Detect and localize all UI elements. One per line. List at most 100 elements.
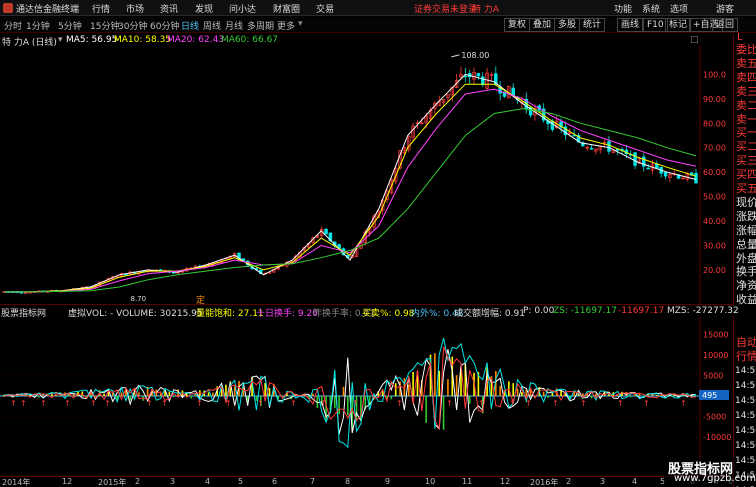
signal-arrow-icon: ↑ — [446, 399, 453, 408]
mark-button[interactable]: 标记 — [665, 18, 692, 32]
date-tick-15: 2 — [566, 477, 572, 486]
side-label-18: 收益 — [736, 293, 756, 307]
menu-hangqing[interactable]: 行情 — [92, 2, 110, 15]
candle — [663, 172, 668, 177]
ma-info-line: 特 力A (日线) ▾ MA5: 56.95 MA10: 58.35 MA20:… — [0, 34, 720, 48]
minimize-icon[interactable]: □ — [690, 35, 699, 45]
ding-marker: 定 — [196, 294, 205, 304]
signal-arrow-icon: ↑ — [552, 399, 559, 408]
stats-button[interactable]: 统计 — [579, 18, 606, 32]
menu-wenxiaoda[interactable]: 问小达 — [229, 2, 256, 15]
candle — [476, 73, 481, 77]
y-tick-label: 40.00 — [703, 217, 726, 226]
side-time-3: 14:50 — [735, 411, 756, 421]
signal-arrow-icon: ↑ — [580, 399, 587, 408]
date-tick-16: 3 — [600, 477, 606, 486]
candle — [572, 134, 576, 137]
date-tick-14: 2016年 — [530, 478, 559, 487]
period-day[interactable]: 日线 — [181, 19, 199, 32]
sub-y-tick-label: 10000 — [703, 351, 728, 360]
menu-xuanxiang[interactable]: 选项 — [670, 2, 688, 15]
period-5min[interactable]: 5分钟 — [58, 19, 82, 32]
date-tick-0: 2014年 — [2, 478, 31, 487]
period-week[interactable]: 周线 — [203, 19, 221, 32]
fuquan-button[interactable]: 复权 — [504, 18, 531, 32]
zs-value: ZS: -11697.17 — [553, 306, 617, 316]
ma60-value: MA60: 66.67 — [221, 35, 279, 45]
y-tick-label: 100.0 — [703, 70, 726, 79]
period-multi[interactable]: 多周期 — [247, 19, 274, 32]
period-15min[interactable]: 15分钟 — [90, 19, 119, 32]
guest-label[interactable]: 游客 — [716, 2, 734, 15]
signal-arrow-icon: ↑ — [40, 399, 47, 408]
candle — [324, 228, 328, 235]
ma-line-ma60 — [4, 108, 697, 293]
signal-arrow-icon: ↑ — [509, 399, 516, 408]
y-tick-label: 30.00 — [703, 241, 726, 250]
signal-arrow-icon: ↑ — [525, 399, 532, 408]
candle — [633, 152, 637, 166]
y-tick-label: 80.00 — [703, 119, 726, 128]
signal-arrow-icon: ↑ — [196, 399, 203, 408]
back-button[interactable]: 返回 — [712, 18, 739, 32]
low-annotation: 8.70 — [131, 295, 147, 303]
ma20-value: MA20: 62.43 — [167, 35, 225, 45]
overlay-button[interactable]: 叠加 — [529, 18, 556, 32]
multi-stock-button[interactable]: 多股 — [554, 18, 581, 32]
ma-line-ma20 — [4, 88, 697, 293]
period-1min[interactable]: 1分钟 — [26, 19, 50, 32]
dropdown-icon[interactable]: ▾ — [58, 35, 63, 45]
candle — [463, 75, 468, 78]
menu-gongneng[interactable]: 功能 — [614, 2, 632, 15]
date-tick-4: 3 — [170, 477, 176, 486]
menu-faxian[interactable]: 发现 — [195, 2, 213, 15]
sub-y-tick-label: -10000 — [703, 433, 731, 442]
candle — [589, 147, 594, 150]
period-30min[interactable]: 30分钟 — [118, 19, 147, 32]
signal-arrow-icon: ↑ — [257, 399, 264, 408]
signal-arrow-icon: ↑ — [225, 399, 232, 408]
candle — [607, 141, 611, 152]
candle — [511, 87, 515, 96]
sub-y-tick-label: 15000 — [703, 330, 728, 339]
menu-caifuquan[interactable]: 财富圈 — [273, 2, 300, 15]
chevron-down-icon[interactable]: ▾ — [298, 19, 303, 29]
period-more[interactable]: 更多 — [277, 19, 295, 32]
menu-jiaoyi[interactable]: 交易 — [316, 2, 334, 15]
signal-arrow-icon: ↑ — [617, 399, 624, 408]
kline-chart[interactable]: 20.00 30.00 40.00 50.00 60.00 70.00 80.00 90.00… — [0, 46, 733, 304]
mzs-value: MZS: -27277.32 — [667, 306, 739, 316]
side-time-0: 14:50 — [735, 366, 756, 376]
login-notice[interactable]: 证券交易未登录 — [414, 2, 477, 15]
signal-arrow-icon: ↑ — [161, 399, 168, 408]
signal-arrow-icon: ↑ — [290, 399, 297, 408]
period-toolbar: 分时 1分钟 5分钟 15分钟 30分钟 60分钟 日线 周线 月线 多周期 更… — [0, 17, 756, 33]
signal-arrow-icon: ↑ — [680, 399, 687, 408]
menu-zixun[interactable]: 资讯 — [160, 2, 178, 15]
period-60min[interactable]: 60分钟 — [150, 19, 179, 32]
side-time-1: 14:50 — [735, 381, 756, 391]
menu-xitong[interactable]: 系统 — [642, 2, 660, 15]
date-tick-8: 7 — [310, 477, 316, 486]
y-tick-label: 20.00 — [703, 266, 726, 275]
y-tick-label: 90.00 — [703, 95, 726, 104]
date-tick-1: 12 — [62, 477, 73, 486]
menu-shichang[interactable]: 市场 — [126, 2, 144, 15]
quote-side-panel: L 委比 卖五 卖四 卖三 卖二 卖一 买一 买二 买三 买四 买五 现价 涨跌 涨幅 总量 外盘 换手 净资 收益… — [733, 32, 756, 487]
f10-button[interactable]: F10 — [643, 18, 668, 32]
side-time-2: 14:50 — [735, 396, 756, 406]
side-time-5: 14:50 — [735, 441, 756, 451]
period-month[interactable]: 月线 — [225, 19, 243, 32]
date-tick-12: 11 — [462, 477, 473, 486]
date-tick-7: 6 — [272, 477, 278, 486]
indicator-chart[interactable]: 150001000050000-5000-10000↑↑↑↑↑↑↑↑↑↑↑↑↑↑… — [0, 316, 733, 476]
site-watermark: 股票指标网 www.7gpzb.com — [664, 458, 756, 486]
period-fenshi[interactable]: 分时 — [4, 19, 22, 32]
date-tick-2: 2015年 — [98, 478, 127, 487]
peak-annotation: 108.00 — [461, 51, 489, 60]
date-tick-11: 10 — [425, 477, 436, 486]
draw-line-button[interactable]: 画线 — [617, 18, 644, 32]
stock-title: 特 力A — [472, 5, 500, 15]
signal-arrow-icon: ↑ — [478, 399, 485, 408]
title-bar: 通达信金融终端 行情 市场 资讯 发现 问小达 财富圈 交易 证券交易未登录 特… — [0, 0, 756, 16]
